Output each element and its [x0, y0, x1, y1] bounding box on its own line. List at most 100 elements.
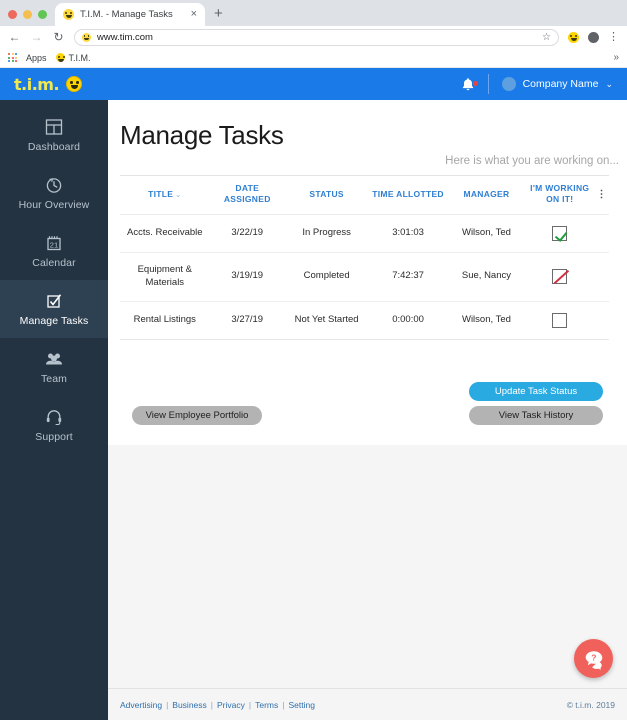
column-header-working-on-it[interactable]: I'M WORKING ON IT! [525, 175, 595, 215]
help-chat-icon: ? [585, 650, 602, 670]
tasks-table-body: Accts. Receivable 3/22/19 In Progress 3:… [120, 214, 609, 340]
back-icon[interactable]: ← [8, 31, 21, 43]
cell-working-on-it[interactable] [525, 252, 595, 302]
sidebar-item-manage-tasks[interactable]: Manage Tasks [0, 280, 108, 338]
footer-link-privacy[interactable]: Privacy [217, 700, 245, 710]
footer: Advertising | Business | Privacy | Terms… [108, 688, 627, 720]
task-checkbox-slashed-icon[interactable] [552, 269, 568, 285]
task-checkbox-empty-icon[interactable] [552, 312, 568, 328]
bookmarks-bar: Apps T.I.M. » [0, 48, 627, 68]
main-content: Manage Tasks Here is what you are workin… [108, 100, 627, 720]
page-title: Manage Tasks [120, 120, 284, 150]
cell-date-assigned: 3/22/19 [209, 214, 285, 253]
notifications-button[interactable] [448, 77, 488, 92]
sidebar-item-team[interactable]: Team [0, 338, 108, 396]
sidebar-item-support[interactable]: Support [0, 396, 108, 454]
checkbox-task-icon [44, 291, 64, 311]
url-text: www.tim.com [97, 31, 153, 43]
table-row[interactable]: Rental Listings 3/27/19 Not Yet Started … [120, 301, 609, 340]
sidebar: Dashboard Hour Overview 21 Calendar Mana… [0, 100, 108, 720]
question-mark-glyph: ? [591, 652, 596, 662]
dashboard-icon [44, 117, 64, 137]
cell-date-assigned: 3/19/19 [209, 252, 285, 302]
footer-links: Advertising | Business | Privacy | Terms… [120, 700, 315, 710]
tasks-table: TITLE ⌄ DATE ASSIGNED STATUS TIME ALLOTTE… [120, 175, 609, 340]
column-header-title[interactable]: TITLE ⌄ [120, 175, 210, 215]
help-chat-button[interactable]: ? [574, 639, 613, 678]
sidebar-item-label: Hour Overview [18, 199, 90, 211]
kebab-menu-icon[interactable]: ⋮ [597, 189, 607, 200]
sidebar-item-calendar[interactable]: 21 Calendar [0, 222, 108, 280]
chevron-down-icon[interactable]: ⌄ [605, 79, 613, 90]
column-header-status[interactable]: STATUS [284, 175, 369, 215]
calendar-icon: 21 [44, 233, 64, 253]
column-header-time-allotted[interactable]: TIME ALLOTTED [368, 175, 448, 215]
close-window-button[interactable] [8, 10, 17, 19]
action-buttons: View Employee Portfolio Update Task Stat… [108, 382, 627, 432]
update-task-status-button[interactable]: Update Task Status [469, 382, 603, 401]
sidebar-item-dashboard[interactable]: Dashboard [0, 106, 108, 164]
cell-date-assigned: 3/27/19 [209, 301, 285, 340]
window-controls[interactable] [8, 10, 47, 26]
cell-manager: Wilson, Ted [447, 214, 526, 253]
tasks-card: Manage Tasks Here is what you are workin… [108, 100, 627, 445]
maximize-window-button[interactable] [38, 10, 47, 19]
minimize-window-button[interactable] [23, 10, 32, 19]
address-bar[interactable]: www.tim.com ☆ [74, 28, 559, 46]
chevron-down-icon[interactable]: ⌄ [175, 192, 181, 199]
bookmark-item-tim[interactable]: T.I.M. [55, 52, 91, 63]
cell-spacer [594, 214, 609, 253]
profile-avatar-icon[interactable] [588, 31, 599, 43]
footer-link-business[interactable]: Business [172, 700, 207, 710]
column-header-date-assigned[interactable]: DATE ASSIGNED [209, 175, 285, 215]
bookmarks-overflow-icon[interactable]: » [613, 52, 619, 63]
bookmark-item-label: T.I.M. [68, 52, 91, 63]
app-body: Dashboard Hour Overview 21 Calendar Mana… [0, 100, 627, 720]
people-icon [43, 349, 65, 369]
app-logo-text[interactable]: t.i.m. [14, 75, 60, 94]
footer-link-setting[interactable]: Setting [288, 700, 314, 710]
task-checkbox-checked-icon[interactable] [552, 225, 568, 241]
app-header: t.i.m. Company Name ⌄ [0, 68, 627, 100]
bookmark-star-icon[interactable]: ☆ [542, 32, 551, 43]
forward-icon[interactable]: → [30, 31, 43, 43]
view-task-history-button[interactable]: View Task History [469, 406, 603, 425]
table-row[interactable]: Equipment & Materials 3/19/19 Completed … [120, 252, 609, 302]
site-favicon-icon [82, 32, 91, 42]
footer-separator: | [166, 699, 169, 710]
company-name-label: Company Name [522, 78, 599, 90]
smiley-favicon-icon [55, 53, 65, 62]
footer-link-advertising[interactable]: Advertising [120, 700, 162, 710]
notification-badge [472, 80, 478, 86]
cell-title: Rental Listings [120, 301, 210, 340]
company-menu[interactable]: Company Name ⌄ [489, 77, 613, 91]
table-row[interactable]: Accts. Receivable 3/22/19 In Progress 3:… [120, 214, 609, 253]
browser-tab[interactable]: T.I.M. - Manage Tasks × [55, 3, 205, 26]
sidebar-item-label: Manage Tasks [19, 315, 89, 327]
reload-icon[interactable]: ↻ [52, 31, 65, 43]
table-header-row: TITLE ⌄ DATE ASSIGNED STATUS TIME ALLOTTE… [120, 175, 609, 215]
app-header-actions: Company Name ⌄ [448, 74, 613, 94]
bookmark-apps-label[interactable]: Apps [26, 53, 47, 63]
new-tab-button[interactable]: + [214, 6, 223, 26]
close-icon[interactable]: × [191, 9, 197, 20]
cell-title: Accts. Receivable [120, 214, 210, 253]
view-employee-portfolio-button[interactable]: View Employee Portfolio [132, 406, 262, 425]
web-app: t.i.m. Company Name ⌄ Dashboard Hour Ove… [0, 68, 627, 720]
extension-smiley-icon[interactable] [568, 31, 579, 43]
tab-title: T.I.M. - Manage Tasks [80, 9, 173, 20]
footer-link-terms[interactable]: Terms [255, 700, 278, 710]
apps-grid-icon[interactable] [8, 53, 17, 62]
tasks-table-head: TITLE ⌄ DATE ASSIGNED STATUS TIME ALLOTTE… [120, 175, 609, 215]
browser-tabstrip: T.I.M. - Manage Tasks × + [0, 0, 627, 26]
cell-working-on-it[interactable] [525, 214, 595, 253]
sidebar-item-hour-overview[interactable]: Hour Overview [0, 164, 108, 222]
sidebar-item-label: Dashboard [27, 141, 81, 153]
cell-time-allotted: 7:42:37 [368, 252, 448, 302]
cell-working-on-it[interactable] [525, 301, 595, 340]
cell-status: In Progress [284, 214, 369, 253]
cell-manager: Wilson, Ted [447, 301, 526, 340]
browser-menu-icon[interactable]: ⋮ [608, 31, 619, 43]
column-header-manager[interactable]: MANAGER [447, 175, 526, 215]
table-options-button[interactable]: ⋮ [594, 175, 609, 215]
